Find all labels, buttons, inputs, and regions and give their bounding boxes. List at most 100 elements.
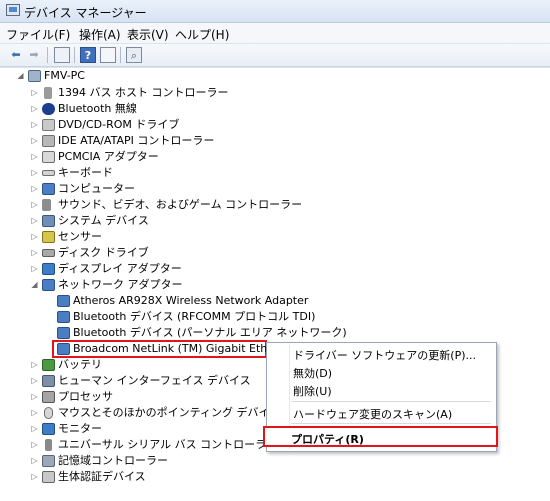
tree-device-label: Atheros AR928X Wireless Network Adapter: [73, 294, 309, 307]
menu-file[interactable]: ファイル(F): [6, 26, 70, 43]
tree-category[interactable]: ▷ モニター: [0, 421, 260, 437]
tree-category[interactable]: ▷ IDE ATA/ATAPI コントローラー: [0, 133, 300, 149]
tree-device[interactable]: Bluetooth デバイス (パーソナル エリア ネットワーク): [0, 325, 347, 341]
toolbar-separator: [74, 47, 75, 63]
expand-icon[interactable]: ▷: [30, 421, 39, 437]
menu-update-driver[interactable]: ドライバー ソフトウェアの更新(P)...: [293, 347, 476, 363]
tree-category[interactable]: ▷ 生体認証デバイス: [0, 469, 260, 485]
expand-icon[interactable]: ▷: [30, 389, 39, 405]
tree-category-label: センサー: [58, 230, 102, 243]
tree-device-selected[interactable]: Broadcom NetLink (TM) Gigabit Ethernet: [0, 341, 296, 357]
expand-icon[interactable]: ▷: [30, 469, 39, 485]
tree-category[interactable]: ▷ ユニバーサル シリアル バス コントローラー: [0, 437, 277, 453]
tree-category-label: 記憶域コントローラー: [58, 454, 168, 467]
view-icon[interactable]: [100, 47, 116, 63]
tree-category[interactable]: ▷ 記憶域コントローラー: [0, 453, 260, 469]
expand-icon[interactable]: ▷: [30, 229, 39, 245]
biometric-icon: [42, 471, 55, 483]
tree-category[interactable]: ▷ ヒューマン インターフェイス デバイス: [0, 373, 260, 389]
expand-icon[interactable]: ▷: [30, 101, 39, 117]
tree-category-label: ネットワーク アダプター: [58, 278, 183, 291]
expand-icon[interactable]: ▷: [30, 133, 39, 149]
tree-category-label: ディスプレイ アダプター: [58, 262, 182, 275]
menu-bar: ファイル(F) 操作(A) 表示(V) ヘルプ(H): [0, 23, 550, 44]
network-adapter-icon: [42, 279, 55, 291]
expand-icon[interactable]: ▷: [30, 437, 39, 453]
expand-icon[interactable]: ▷: [30, 85, 39, 101]
menu-view[interactable]: 表示(V): [127, 26, 169, 43]
storage-controller-icon: [42, 455, 55, 467]
tree-category-label: ユニバーサル シリアル バス コントローラー: [58, 438, 278, 451]
dvd-drive-icon: [42, 119, 55, 131]
mouse-icon: [44, 407, 53, 419]
display-adapter-icon: [42, 263, 55, 275]
menu-action[interactable]: 操作(A): [79, 26, 121, 43]
expand-icon[interactable]: ▷: [30, 405, 39, 421]
collapse-icon[interactable]: ◢: [16, 68, 25, 84]
tree-category[interactable]: ▷ DVD/CD-ROM ドライブ: [0, 117, 300, 133]
tree-device[interactable]: Bluetooth デバイス (RFCOMM プロトコル TDI): [0, 309, 315, 325]
expand-icon[interactable]: ▷: [30, 165, 39, 181]
menu-scan-hardware[interactable]: ハードウェア変更のスキャン(A): [293, 406, 452, 422]
tree-category[interactable]: ▷ センサー: [0, 229, 300, 245]
firewire-icon: [44, 87, 52, 99]
tree-category[interactable]: ▷ ディスク ドライブ: [0, 245, 300, 261]
monitor-icon: [42, 423, 55, 435]
menu-help[interactable]: ヘルプ(H): [175, 26, 229, 43]
properties-icon[interactable]: [54, 47, 70, 63]
expand-icon[interactable]: ▷: [30, 453, 39, 469]
expand-icon[interactable]: ▷: [30, 357, 39, 373]
collapse-icon[interactable]: ◢: [30, 277, 39, 293]
tree-category[interactable]: ▷ キーボード: [0, 165, 300, 181]
back-icon[interactable]: ⬅: [8, 47, 24, 63]
tree-category[interactable]: ▷ マウスとそのほかのポインティング デバイス: [0, 405, 280, 421]
tree-category-label: PCMCIA アダプター: [58, 150, 159, 163]
expand-icon[interactable]: ▷: [30, 245, 39, 261]
tree-category-label: 1394 バス ホスト コントローラー: [58, 86, 229, 99]
battery-icon: [42, 359, 55, 371]
tree-category[interactable]: ▷ Bluetooth 無線: [0, 101, 300, 117]
speaker-icon: [42, 199, 51, 211]
expand-icon[interactable]: ▷: [30, 181, 39, 197]
expand-icon[interactable]: ▷: [30, 149, 39, 165]
forward-icon[interactable]: ➡: [26, 47, 42, 63]
expand-icon[interactable]: ▷: [30, 117, 39, 133]
tree-category-network[interactable]: ◢ ネットワーク アダプター: [0, 277, 300, 293]
pcmcia-icon: [42, 151, 55, 163]
tree-category[interactable]: ▷ 1394 バス ホスト コントローラー: [0, 85, 300, 101]
expand-icon[interactable]: ▷: [30, 213, 39, 229]
tree-category[interactable]: ▷ プロセッサ: [0, 389, 260, 405]
keyboard-icon: [42, 170, 55, 176]
usb-icon: [45, 439, 52, 451]
tree-category[interactable]: ▷ バッテリ: [0, 357, 260, 373]
tree-device[interactable]: Atheros AR928X Wireless Network Adapter: [0, 293, 308, 309]
expand-icon[interactable]: ▷: [30, 373, 39, 389]
processor-icon: [42, 391, 55, 403]
expand-icon[interactable]: ▷: [30, 261, 39, 277]
context-menu-separator: [291, 423, 491, 424]
tree-category[interactable]: ▷ コンピューター: [0, 181, 300, 197]
tree-root[interactable]: ◢ FMV-PC: [0, 68, 300, 84]
tree-category-label: マウスとそのほかのポインティング デバイス: [58, 406, 281, 419]
menu-disable[interactable]: 無効(D): [293, 365, 332, 381]
tree-category[interactable]: ▷ サウンド、ビデオ、およびゲーム コントローラー: [0, 197, 302, 213]
expand-icon[interactable]: ▷: [30, 197, 39, 213]
disk-drive-icon: [42, 249, 55, 257]
tree-category[interactable]: ▷ PCMCIA アダプター: [0, 149, 300, 165]
tree-category-label: キーボード: [58, 166, 113, 179]
tree-category[interactable]: ▷ ディスプレイ アダプター: [0, 261, 300, 277]
tree-device-label: Broadcom NetLink (TM) Gigabit Ethernet: [73, 342, 297, 355]
hid-icon: [42, 375, 55, 387]
window-title: デバイス マネージャー: [24, 6, 147, 20]
tree-category-label: モニター: [58, 422, 102, 435]
menu-uninstall[interactable]: 削除(U): [293, 383, 332, 399]
system-device-icon: [42, 215, 55, 227]
computer-icon: [28, 70, 41, 82]
tree-category-label: プロセッサ: [58, 390, 113, 403]
menu-properties[interactable]: プロパティ(R): [291, 431, 364, 447]
help-icon[interactable]: ?: [80, 47, 96, 63]
scan-hardware-icon[interactable]: ⌕: [126, 47, 142, 63]
ide-controller-icon: [42, 135, 55, 147]
tree-category-label: システム デバイス: [58, 214, 149, 227]
tree-category[interactable]: ▷ システム デバイス: [0, 213, 300, 229]
